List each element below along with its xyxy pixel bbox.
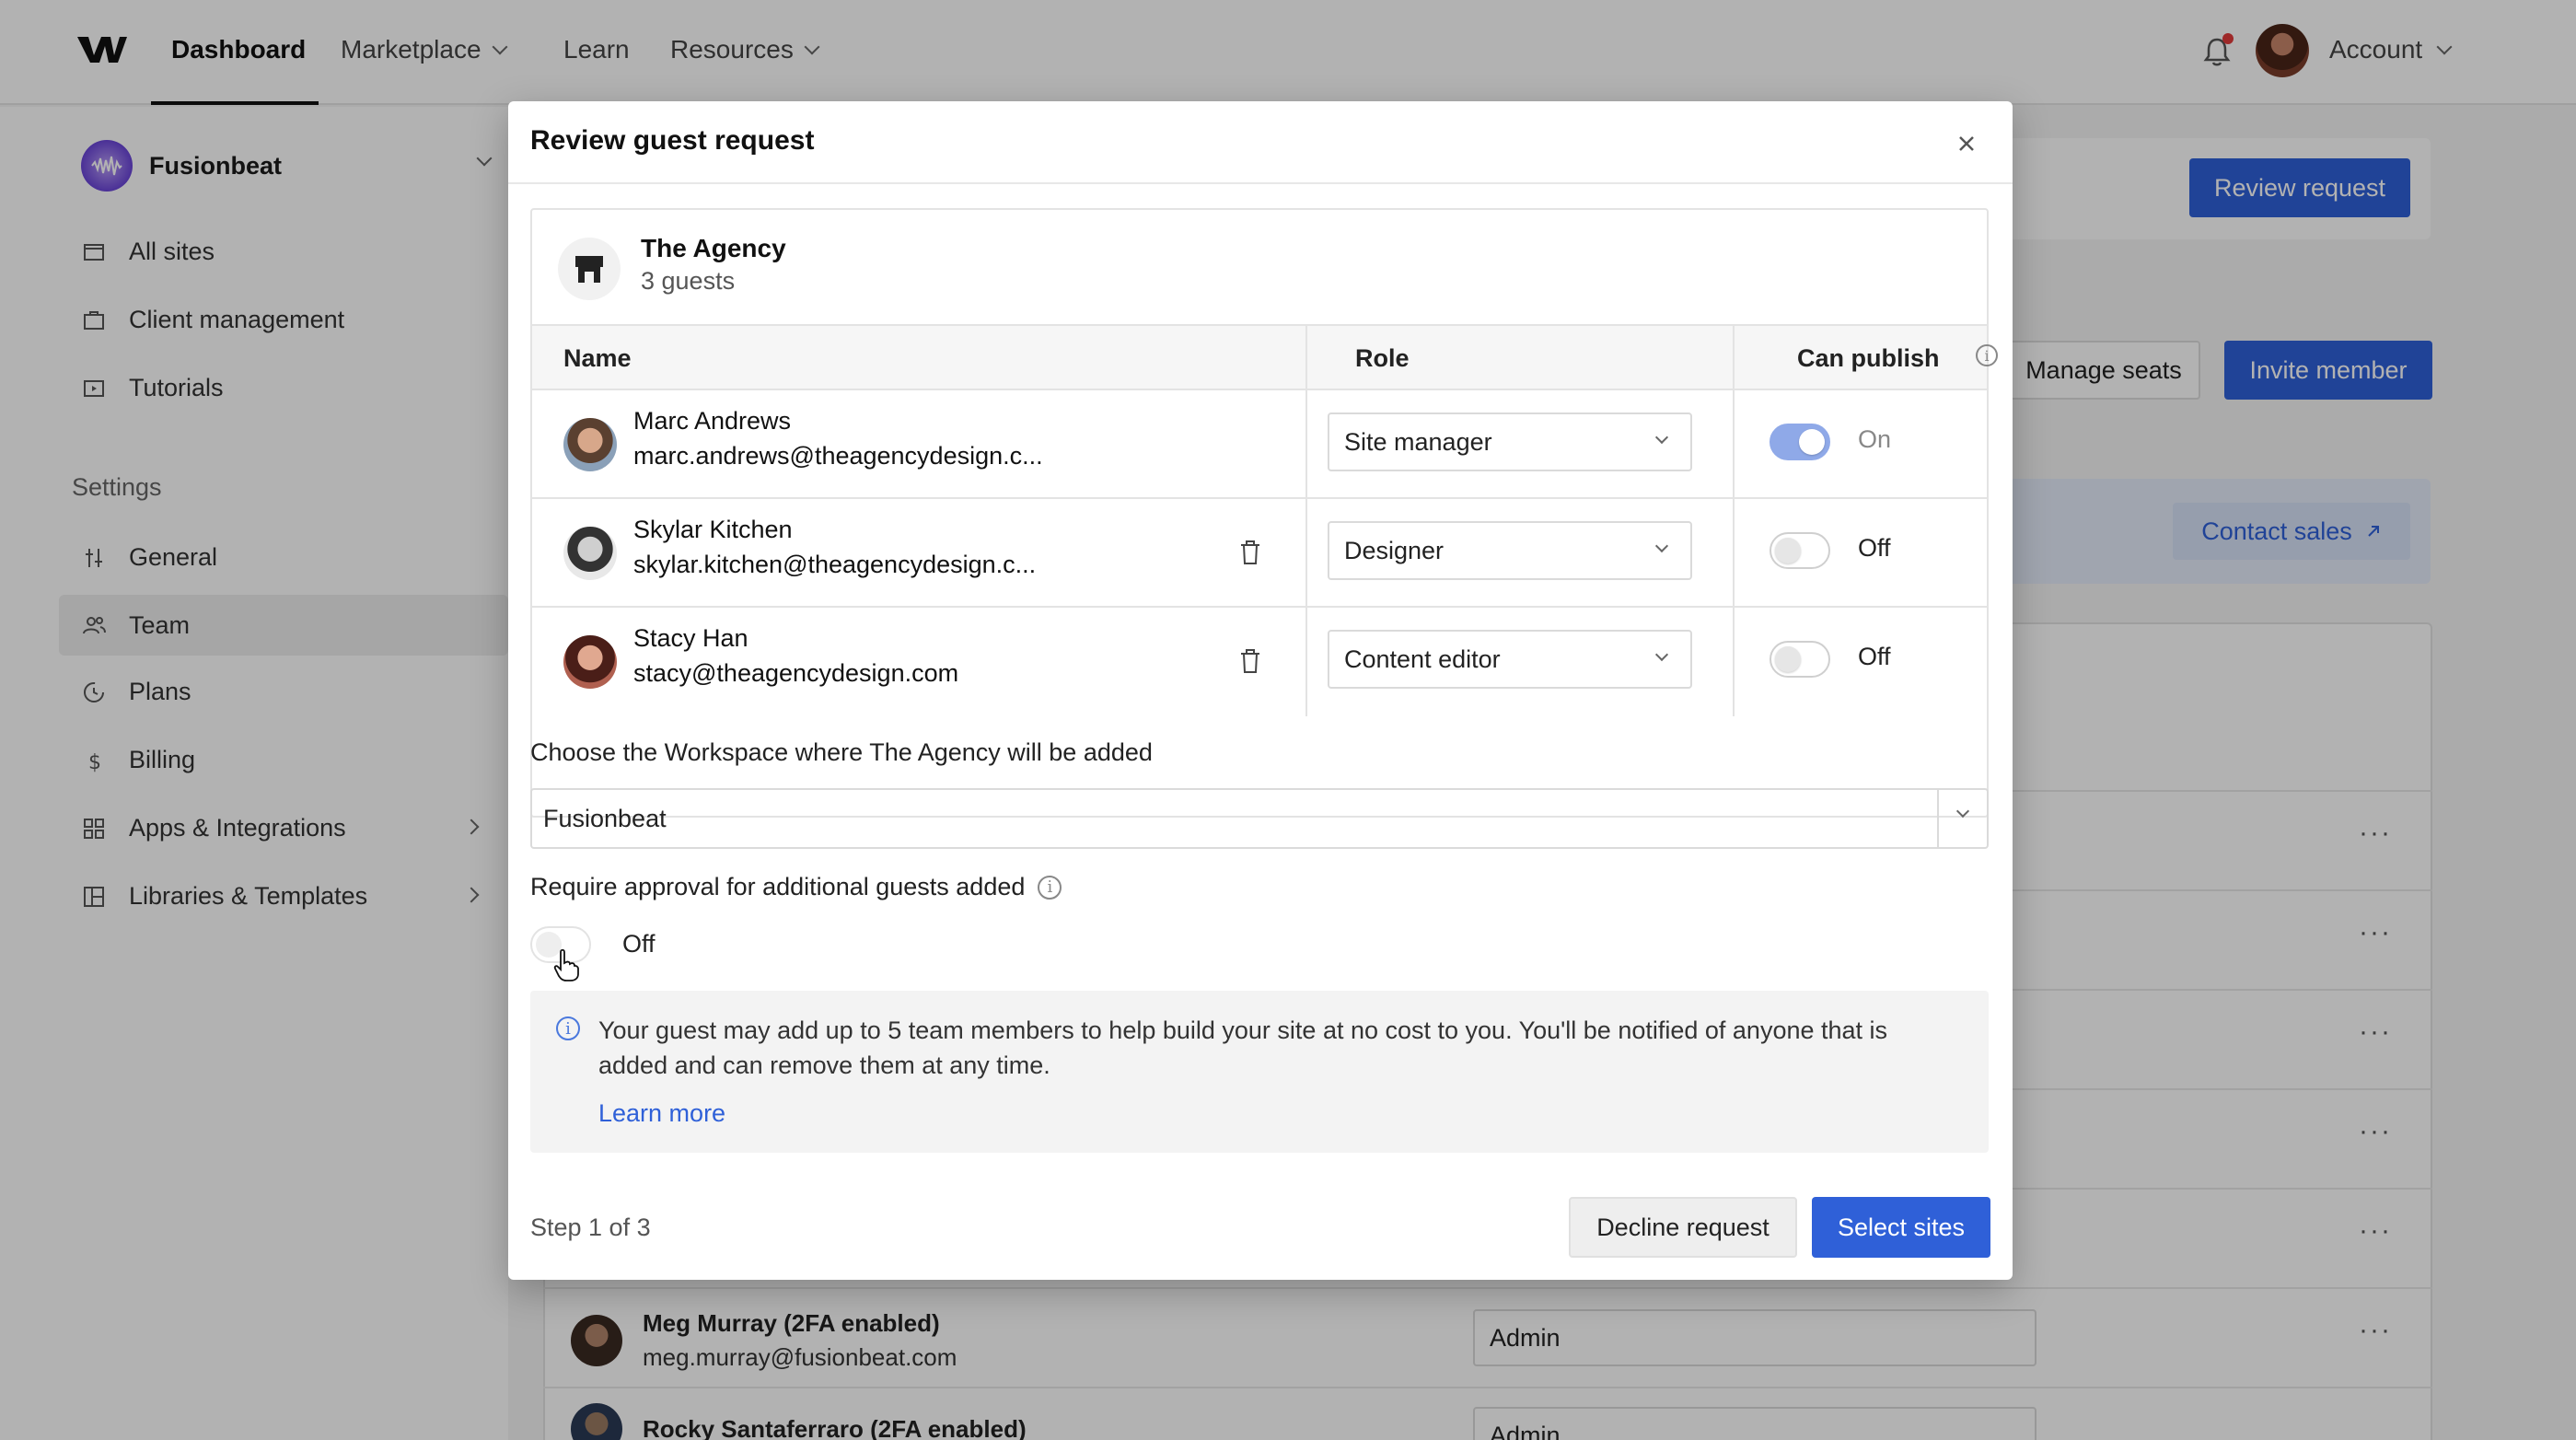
hand-cursor-icon bbox=[553, 948, 579, 981]
review-guest-modal: Review guest request The Agency 3 guests… bbox=[508, 101, 2013, 1280]
modal-divider bbox=[508, 182, 2013, 184]
info-icon[interactable]: i bbox=[1976, 344, 1998, 366]
table-row: Stacy Han stacy@theagencydesign.com Cont… bbox=[532, 608, 1987, 716]
approval-label: Require approval for additional guests a… bbox=[530, 873, 1062, 901]
guest-email: marc.andrews@theagencydesign.c... bbox=[633, 442, 1043, 470]
chevron-down-icon bbox=[1654, 647, 1669, 662]
column-divider bbox=[1733, 326, 1735, 389]
role-select[interactable]: Content editor bbox=[1328, 630, 1692, 689]
guests-table: Name Role Can publish i Marc Andrews mar… bbox=[532, 324, 1998, 716]
column-role: Role bbox=[1355, 344, 1410, 372]
close-icon[interactable] bbox=[1952, 129, 1981, 158]
step-indicator: Step 1 of 3 bbox=[530, 1214, 651, 1241]
avatar bbox=[563, 527, 617, 580]
column-divider bbox=[1733, 608, 1735, 716]
role-select[interactable]: Designer bbox=[1328, 521, 1692, 580]
guest-email: stacy@theagencydesign.com bbox=[633, 659, 959, 687]
toggle-state: Off bbox=[1858, 534, 1891, 562]
chevron-down-icon bbox=[1654, 539, 1669, 553]
guest-name: Skylar Kitchen bbox=[633, 516, 793, 543]
modal-title: Review guest request bbox=[530, 125, 815, 156]
guest-name: Marc Andrews bbox=[633, 407, 792, 435]
toggle-state: On bbox=[1858, 425, 1892, 453]
workspace-select[interactable]: Fusionbeat bbox=[530, 788, 1989, 849]
trash-icon[interactable] bbox=[1237, 646, 1263, 676]
info-banner: i Your guest may add up to 5 team member… bbox=[530, 991, 1989, 1153]
table-header: Name Role Can publish i bbox=[532, 324, 1998, 390]
info-text: Your guest may add up to 5 team members … bbox=[598, 1016, 1888, 1079]
select-sites-button[interactable]: Select sites bbox=[1812, 1197, 1990, 1258]
column-divider bbox=[1305, 390, 1307, 497]
column-divider bbox=[1733, 499, 1735, 606]
chevron-down-icon bbox=[1955, 804, 1970, 819]
select-divider bbox=[1937, 790, 1939, 847]
column-divider bbox=[1305, 608, 1307, 716]
avatar bbox=[563, 418, 617, 471]
decline-request-button[interactable]: Decline request bbox=[1569, 1197, 1797, 1258]
avatar bbox=[563, 635, 617, 689]
role-select[interactable]: Site manager bbox=[1328, 412, 1692, 471]
toggle-state: Off bbox=[622, 930, 656, 958]
column-divider bbox=[1305, 326, 1307, 389]
workspace-label: Choose the Workspace where The Agency wi… bbox=[530, 738, 1153, 766]
table-row: Marc Andrews marc.andrews@theagencydesig… bbox=[532, 390, 1987, 499]
toggle-state: Off bbox=[1858, 643, 1891, 670]
table-row: Skylar Kitchen skylar.kitchen@theagencyd… bbox=[532, 499, 1987, 608]
column-divider bbox=[1733, 390, 1735, 497]
guest-name: Stacy Han bbox=[633, 624, 748, 652]
info-icon: i bbox=[556, 1016, 580, 1040]
guest-card: The Agency 3 guests Name Role Can publis… bbox=[530, 208, 1998, 818]
guest-count: 3 guests bbox=[641, 267, 736, 295]
chevron-down-icon bbox=[1654, 430, 1669, 445]
can-publish-toggle[interactable] bbox=[1770, 532, 1830, 569]
column-name: Name bbox=[563, 344, 632, 372]
can-publish-toggle[interactable] bbox=[1770, 424, 1830, 460]
store-icon bbox=[558, 238, 621, 300]
trash-icon[interactable] bbox=[1237, 538, 1263, 567]
column-divider bbox=[1305, 499, 1307, 606]
learn-more-link[interactable]: Learn more bbox=[598, 1099, 725, 1128]
can-publish-toggle[interactable] bbox=[1770, 641, 1830, 678]
info-icon[interactable]: i bbox=[1038, 875, 1062, 900]
column-can-publish: Can publish bbox=[1797, 344, 1940, 372]
agency-name: The Agency bbox=[641, 234, 786, 262]
guest-email: skylar.kitchen@theagencydesign.c... bbox=[633, 551, 1037, 578]
